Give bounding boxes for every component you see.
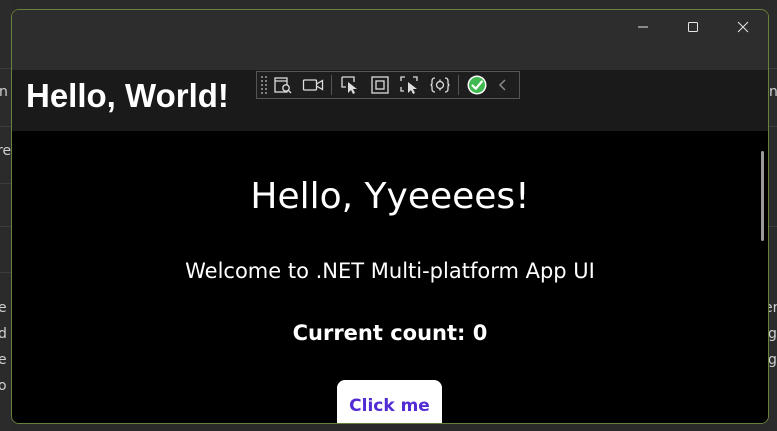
track-focus-icon bbox=[400, 76, 418, 94]
background-text-fragment: g bbox=[768, 326, 777, 342]
page-title: Hello, World! bbox=[26, 77, 229, 114]
background-text-fragment: n bbox=[769, 84, 777, 100]
display-adorners-button[interactable] bbox=[365, 72, 395, 98]
counter-label: Current count: 0 bbox=[292, 321, 488, 345]
background-text-fragment: re bbox=[0, 143, 11, 159]
debug-toolbar bbox=[256, 71, 520, 99]
background-text-fragment: o bbox=[0, 378, 7, 394]
welcome-text: Welcome to .NET Multi-platform App UI bbox=[185, 259, 595, 283]
main-content[interactable]: Hello, Yyeeees! Welcome to .NET Multi-pl… bbox=[12, 131, 768, 423]
xaml-hot-reload-icon bbox=[430, 77, 450, 93]
background-text-fragment: d bbox=[0, 326, 7, 342]
track-focus-button[interactable] bbox=[395, 72, 425, 98]
minimize-button[interactable] bbox=[618, 10, 668, 44]
live-visual-tree-button[interactable] bbox=[268, 72, 298, 98]
background-text-fragment: er bbox=[768, 300, 777, 316]
minimize-icon bbox=[638, 26, 648, 28]
title-bar[interactable] bbox=[12, 10, 768, 70]
background-text-fragment: g bbox=[768, 352, 777, 368]
select-element-button[interactable] bbox=[335, 72, 365, 98]
toolbar-separator bbox=[331, 75, 332, 95]
background-text-fragment: e bbox=[0, 352, 7, 368]
maximize-icon bbox=[688, 22, 698, 32]
toolbar-separator bbox=[458, 75, 459, 95]
record-button[interactable] bbox=[298, 72, 328, 98]
background-app-left-edge: n re e d e o bbox=[0, 0, 11, 431]
background-text-fragment: e bbox=[0, 300, 7, 316]
background-app-right-edge: n er g g bbox=[768, 0, 777, 431]
app-window: Hello, World! Hello, Yyeeees! Welcome to… bbox=[11, 9, 769, 424]
background-text-fragment: n bbox=[0, 84, 8, 100]
collapse-chevron-icon bbox=[498, 79, 506, 91]
close-icon bbox=[737, 21, 749, 33]
collapse-toolbar-button[interactable] bbox=[492, 72, 514, 98]
greeting-heading: Hello, Yyeeees! bbox=[250, 176, 530, 217]
video-camera-icon bbox=[302, 79, 324, 91]
toolbar-grip-handle[interactable] bbox=[260, 75, 268, 95]
live-visual-tree-icon bbox=[274, 77, 292, 94]
hot-reload-status-button[interactable] bbox=[462, 72, 492, 98]
close-button[interactable] bbox=[718, 10, 768, 44]
click-me-button[interactable]: Click me bbox=[337, 380, 442, 423]
select-element-icon bbox=[341, 76, 357, 94]
xaml-hot-reload-button[interactable] bbox=[425, 72, 455, 98]
maximize-button[interactable] bbox=[668, 10, 718, 44]
hot-reload-status-check-icon bbox=[467, 75, 487, 95]
display-adorners-icon bbox=[371, 76, 389, 94]
